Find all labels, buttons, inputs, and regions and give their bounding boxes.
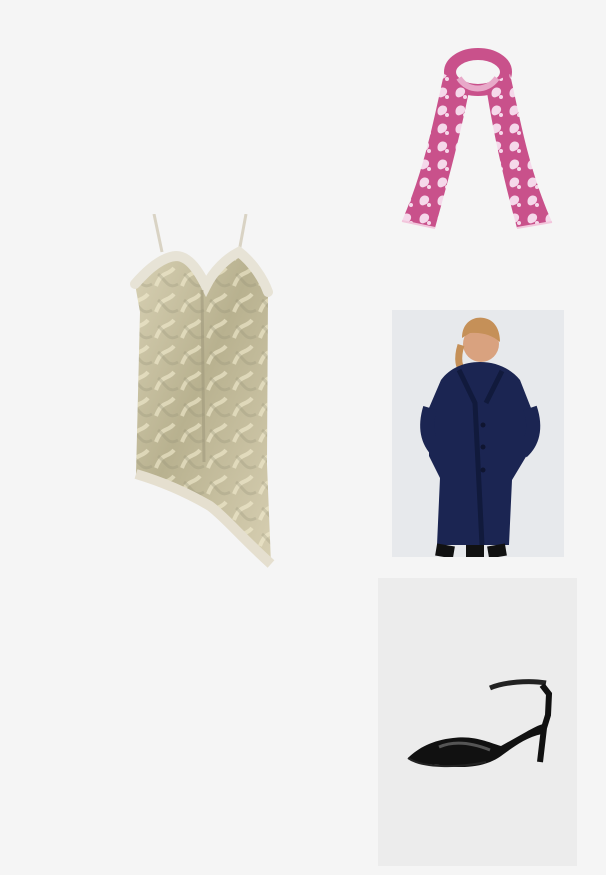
coat-image[interactable] — [392, 310, 564, 557]
shoe-image[interactable] — [378, 578, 577, 866]
dress-image[interactable] — [128, 214, 276, 568]
scarf-image[interactable] — [398, 48, 558, 236]
